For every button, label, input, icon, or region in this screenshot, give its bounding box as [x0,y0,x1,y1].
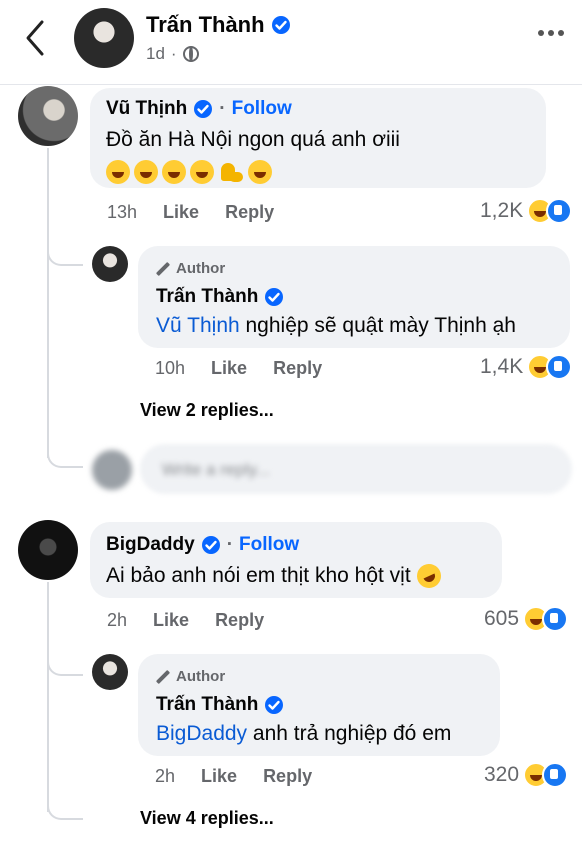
avatar [92,450,132,490]
reaction-count: 1,2K [480,199,524,222]
comment-text: Ai bảo anh nói em thịt kho hột vịt [106,560,445,593]
rolling-laughing-emoji-icon [412,560,445,593]
separator-dot: · [226,534,234,555]
comment-time[interactable]: 2h [107,610,127,631]
like-button[interactable]: Like [163,202,199,223]
like-button[interactable]: Like [201,766,237,787]
header-divider [0,84,582,85]
like-reaction-icon [546,198,573,224]
reply-text: Vũ Thịnh nghiệp sẽ quật mày Thịnh ạh [156,314,516,337]
follow-button[interactable]: Follow [232,98,292,120]
thread-elbow [47,650,83,676]
reaction-count: 320 [484,763,520,786]
reaction-count: 605 [484,607,520,630]
avatar[interactable] [74,8,134,68]
post-time[interactable]: 1d [146,44,165,64]
verified-badge-icon [194,100,213,118]
grinning-squinting-emoji-icon [106,160,130,185]
reply-time[interactable]: 2h [155,766,175,787]
post-header: Trấn Thành 1d · [0,0,582,84]
thread-line [47,582,49,812]
reply-button[interactable]: Reply [273,358,322,379]
reaction-summary[interactable]: 605 [484,606,569,632]
verified-badge-icon [271,16,290,34]
separator-dot: · [170,44,177,63]
comment-actions: 2h Like Reply [107,610,290,631]
comment-author-name[interactable]: BigDaddy [106,534,195,556]
reply-actions: 10h Like Reply [155,358,348,379]
reply-input-placeholder: Write a reply... [162,460,271,479]
comment-time[interactable]: 13h [107,202,137,223]
page-title[interactable]: Trấn Thành [146,12,265,38]
comment-text: Đồ ăn Hà Nội ngon quá anh ơiii [106,124,536,188]
reply-actions: 2h Like Reply [155,766,338,787]
like-reaction-icon [542,762,569,788]
reaction-summary[interactable]: 320 [484,762,569,788]
separator-dot: · [219,98,226,119]
like-button[interactable]: Like [153,610,189,631]
view-replies-link[interactable]: View 2 replies... [140,400,274,421]
reply-button[interactable]: Reply [225,202,274,223]
verified-badge-icon [265,288,284,306]
avatar[interactable] [18,520,78,580]
like-button[interactable]: Like [211,358,247,379]
more-dot-icon [548,30,554,36]
view-replies-link[interactable]: View 4 replies... [140,808,274,829]
pencil-icon [156,262,170,276]
reaction-summary[interactable]: 1,4K [480,354,573,380]
comment-author-name[interactable]: Vũ Thịnh [106,98,187,120]
comment-bubble: BigDaddy · Follow Ai bảo anh nói em thịt… [90,522,502,598]
mention-link[interactable]: BigDaddy [156,722,247,745]
comment-actions: 13h Like Reply [107,202,300,223]
reaction-count: 1,4K [480,355,524,378]
grinning-squinting-emoji-icon [134,160,158,185]
globe-icon [182,46,199,62]
more-dot-icon [558,30,564,36]
mention-link[interactable]: Vũ Thịnh [156,314,240,337]
verified-badge-icon [265,696,284,714]
more-dot-icon [538,30,544,36]
back-button[interactable] [20,18,54,58]
thread-line [47,148,49,458]
verified-badge-icon [201,536,220,554]
like-reaction-icon [546,354,573,380]
thread-elbow [47,794,83,820]
reply-text: BigDaddy anh trả nghiệp đó em [156,722,452,745]
avatar[interactable] [92,246,128,282]
more-options-button[interactable] [538,30,564,36]
comment-bubble: Vũ Thịnh · Follow Đồ ăn Hà Nội ngon quá … [90,88,546,188]
reply-button[interactable]: Reply [215,610,264,631]
like-reaction-icon [542,606,569,632]
reply-author-name[interactable]: Trấn Thành [156,286,258,308]
reply-time[interactable]: 10h [155,358,185,379]
author-badge: Author [176,260,226,277]
avatar[interactable] [92,654,128,690]
reply-bubble: Author Trấn Thành BigDaddy anh trả nghiệ… [138,654,500,756]
emoji-group [106,160,272,185]
pencil-icon [156,670,170,684]
grinning-squinting-emoji-icon [248,160,272,185]
thread-elbow [47,240,83,266]
grinning-squinting-emoji-icon [162,160,186,185]
grinning-squinting-emoji-icon [190,160,214,185]
thread-elbow [47,430,83,468]
reply-author-name[interactable]: Trấn Thành [156,694,258,716]
reply-bubble: Author Trấn Thành Vũ Thịnh nghiệp sẽ quậ… [138,246,570,348]
chevron-left-icon [26,20,44,56]
flexed-biceps-emoji-icon [218,160,244,184]
follow-button[interactable]: Follow [239,534,299,556]
avatar[interactable] [18,86,78,146]
reaction-summary[interactable]: 1,2K [480,198,573,224]
author-badge: Author [176,668,226,685]
reply-button[interactable]: Reply [263,766,312,787]
